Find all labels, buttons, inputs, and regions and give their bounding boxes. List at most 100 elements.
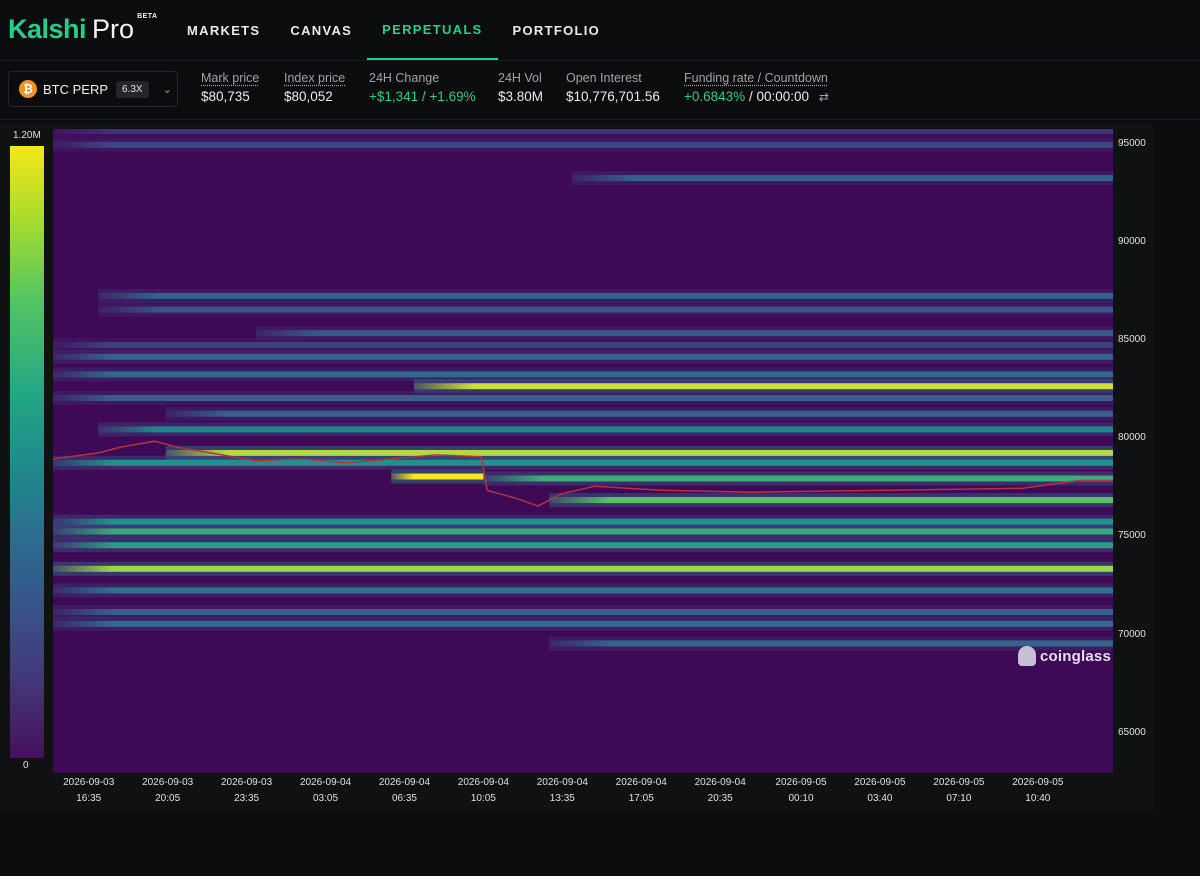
liquidation-band [413,383,1113,390]
time-tick-date: 2026-09-04 [694,777,746,788]
time-tick-time: 20:35 [707,793,733,804]
liquidation-band [53,129,1113,134]
nav-markets[interactable]: MARKETS [172,0,275,60]
time-tick-date: 2026-09-04 [457,777,509,788]
open-interest-label: Open Interest [566,71,642,85]
liquidation-band [53,565,1113,572]
funding-value: +0.6843% / 00:00:00 ⇄ [684,89,829,104]
mark-price-value: $80,735 [201,89,250,104]
time-tick-label: 2026-09-03 16:35 [49,775,129,807]
change-24h-value: +$1,341 / +1.69% [369,89,476,104]
liquidation-band [483,475,1113,482]
open-interest-stat: Open Interest $10,776,701.56 [566,71,660,104]
funding-stat: Funding rate / Countdown +0.6843% / 00:0… [684,71,829,104]
coinglass-watermark: coinglass [1018,646,1111,666]
price-tick-label: 70000 [1118,628,1146,640]
time-tick-time: 00:10 [788,793,814,804]
time-tick-time: 16:35 [76,793,102,804]
time-tick-time: 06:35 [391,793,417,804]
market-stats-bar: ₿ BTC PERP 6.3X ⌄ Mark price $80,735 Ind… [0,61,1200,120]
time-tick-date: 2026-09-03 [142,777,194,788]
liquidation-heatmap-panel: 1.20M 0 95000 90000 85000 80000 75000 70000 65… [0,124,1154,810]
price-tick-label: 65000 [1118,726,1146,738]
time-tick-label: 2026-09-04 06:35 [364,775,444,807]
time-tick-label: 2026-09-04 13:35 [522,775,602,807]
nav-portfolio[interactable]: PORTFOLIO [498,0,616,60]
liquidation-band [53,518,1113,525]
time-tick-label: 2026-09-04 20:35 [680,775,760,807]
volume-24h-label: 24H Vol [498,71,542,85]
volume-24h-stat: 24H Vol $3.80M [498,71,543,104]
time-tick-time: 10:05 [470,793,496,804]
time-tick-label: 2026-09-05 00:10 [761,775,841,807]
watermark-text: coinglass [1040,647,1111,665]
colorbar [10,146,44,758]
liquidation-band [571,175,1113,182]
liquidation-band [53,141,1113,148]
liquidation-band [53,542,1113,549]
time-tick-time: 03:05 [313,793,339,804]
funding-rate: +0.6843% [684,89,746,104]
time-tick-date: 2026-09-03 [63,777,115,788]
time-tick-time: 03:40 [867,793,893,804]
time-tick-label: 2026-09-04 10:05 [443,775,523,807]
coinglass-logo-icon [1018,646,1036,666]
index-price-stat: Index price $80,052 [284,71,345,104]
nav-canvas[interactable]: CANVAS [275,0,367,60]
nav-perpetuals[interactable]: PERPETUALS [367,0,498,60]
liquidation-band [53,620,1113,627]
liquidation-band [98,292,1113,299]
funding-separator: / [748,89,753,104]
price-tick-label: 95000 [1118,137,1146,149]
time-tick-label: 2026-09-03 20:05 [128,775,208,807]
time-tick-date: 2026-09-04 [299,777,352,788]
price-tick-label: 85000 [1118,334,1146,346]
market-selector[interactable]: ₿ BTC PERP 6.3X ⌄ [8,71,178,107]
time-tick-label: 2026-09-05 07:10 [919,775,999,807]
main-nav: MARKETS CANVAS PERPETUALS PORTFOLIO [172,0,615,60]
time-tick-label: 2026-09-05 03:40 [840,775,920,807]
index-price-label[interactable]: Index price [284,71,345,85]
price-tick-label: 80000 [1118,432,1146,444]
liquidation-band [549,497,1113,504]
time-tick-label: 2026-09-03 23:35 [207,775,287,807]
liquidation-band [391,473,484,480]
swap-arrows-icon[interactable]: ⇄ [819,90,829,104]
time-tick-date: 2026-09-04 [615,777,667,788]
funding-label[interactable]: Funding rate / Countdown [684,71,829,85]
liquidation-band [53,394,1113,401]
time-tick-date: 2026-09-04 [378,777,431,788]
time-tick-time: 13:35 [549,793,575,804]
volume-24h-value: $3.80M [498,89,544,104]
liquidation-band [53,371,1113,378]
time-tick-time: 17:05 [628,793,654,804]
index-price-value: $80,052 [284,89,333,104]
chevron-down-icon: ⌄ [162,83,172,96]
change-24h-stat: 24H Change +$1,341 / +1.69% [369,71,476,104]
liquidation-band [53,528,1113,535]
liquidation-band [53,353,1113,360]
heatmap-svg [53,129,1113,773]
time-tick-date: 2026-09-04 [536,777,588,788]
mark-price-label[interactable]: Mark price [201,71,259,85]
time-tick-date: 2026-09-03 [221,777,273,788]
leverage-badge: 6.3X [116,80,149,98]
beta-badge: BETA [137,13,158,20]
colorbar-min-label: 0 [23,760,29,771]
liquidation-band [53,459,1113,466]
change-24h-label: 24H Change [369,71,440,85]
liquidation-band [98,426,1113,433]
time-tick-time: 07:10 [946,793,972,804]
time-tick-label: 2026-09-04 17:05 [601,775,681,807]
brand-product: Pro [92,14,135,44]
liquidation-band [53,341,1113,348]
heatmap-plot-area[interactable] [53,129,1113,773]
market-symbol: BTC PERP [43,81,109,97]
time-tick-date: 2026-09-05 [1012,777,1064,788]
liquidation-band [255,330,1113,337]
kalshi-pro-logo[interactable]: Kalshi Pro BETA [8,13,158,48]
top-navigation: Kalshi Pro BETA MARKETS CANVAS PERPETUAL… [0,0,1200,61]
bitcoin-icon: ₿ [19,80,37,98]
brand-name: Kalshi [8,14,87,44]
time-tick-date: 2026-09-05 [775,777,827,788]
